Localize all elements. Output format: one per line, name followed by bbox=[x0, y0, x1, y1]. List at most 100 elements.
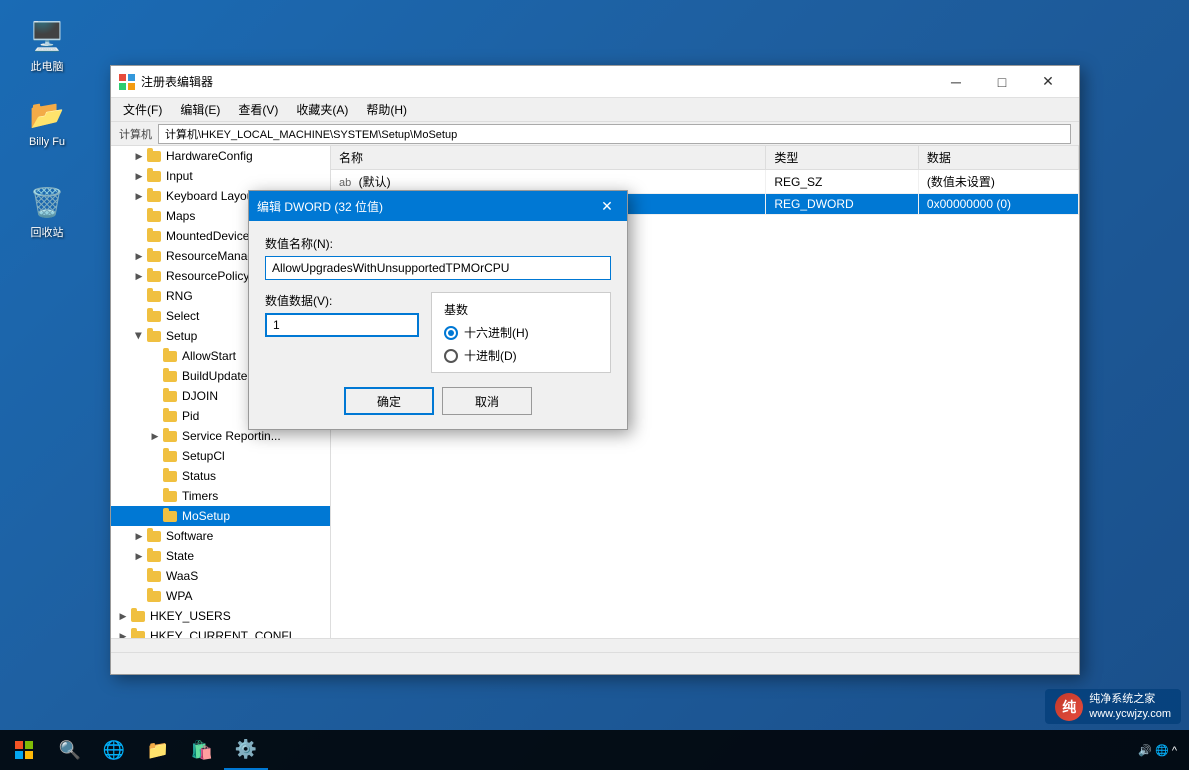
col-name: 名称 bbox=[331, 146, 766, 170]
expand-arrow bbox=[147, 448, 163, 464]
dialog-close-button[interactable]: ✕ bbox=[595, 194, 619, 218]
tree-label: BuildUpdate bbox=[182, 369, 247, 383]
expand-arrow: ▶ bbox=[131, 548, 147, 564]
folder-icon bbox=[147, 269, 163, 283]
menu-view[interactable]: 查看(V) bbox=[230, 99, 286, 120]
tree-item-hkeycurrentconfig[interactable]: ▶ HKEY_CURRENT_CONFI... bbox=[111, 626, 330, 638]
tree-item-setupcl[interactable]: SetupCl bbox=[111, 446, 330, 466]
radio-group: 十六进制(H) 十进制(D) bbox=[444, 324, 598, 364]
tree-item-mosetup[interactable]: MoSetup bbox=[111, 506, 330, 526]
radio-hex[interactable]: 十六进制(H) bbox=[444, 324, 598, 341]
watermark-logo: 纯 bbox=[1055, 693, 1083, 721]
menu-favorites[interactable]: 收藏夹(A) bbox=[288, 99, 356, 120]
expand-arrow bbox=[147, 368, 163, 384]
expand-arrow bbox=[147, 468, 163, 484]
taskbar-explorer[interactable]: 📁 bbox=[136, 730, 180, 770]
tree-label: Pid bbox=[182, 409, 199, 423]
expand-arrow: ▶ bbox=[131, 168, 147, 184]
tree-label: Service Reportin... bbox=[182, 429, 281, 443]
address-path[interactable]: 计算机\HKEY_LOCAL_MACHINE\SYSTEM\Setup\MoSe… bbox=[158, 124, 1071, 144]
taskbar-regedit[interactable]: ⚙️ bbox=[224, 730, 268, 770]
desktop-icon-user[interactable]: 📂 Billy Fu bbox=[12, 90, 82, 152]
minimize-button[interactable]: ─ bbox=[933, 66, 979, 98]
tree-label: MoSetup bbox=[182, 509, 230, 523]
tree-label: Select bbox=[166, 309, 199, 323]
folder-icon bbox=[147, 229, 163, 243]
tree-item-hardwareconfig[interactable]: ▶ HardwareConfig bbox=[111, 146, 330, 166]
radio-decimal[interactable]: 十进制(D) bbox=[444, 347, 598, 364]
tree-label: Keyboard Layout bbox=[166, 189, 257, 203]
taskbar: 🔍 🌐 📁 🛍️ ⚙️ 纯 纯净系统之家 www.ycwjzy.com 🔊 🌐 … bbox=[0, 730, 1189, 770]
expand-arrow bbox=[131, 228, 147, 244]
expand-arrow: ▶ bbox=[131, 528, 147, 544]
folder-icon bbox=[147, 309, 163, 323]
tree-item-waas[interactable]: WaaS bbox=[111, 566, 330, 586]
dialog-data-input[interactable] bbox=[265, 313, 419, 337]
expand-arrow: ▶ bbox=[131, 268, 147, 284]
row-type: REG_SZ bbox=[766, 170, 919, 194]
tree-item-wpa[interactable]: WPA bbox=[111, 586, 330, 606]
taskbar-edge[interactable]: 🌐 bbox=[92, 730, 136, 770]
menu-help[interactable]: 帮助(H) bbox=[358, 99, 415, 120]
folder-icon bbox=[147, 289, 163, 303]
dialog-name-input[interactable] bbox=[265, 256, 611, 280]
radio-decimal-circle bbox=[444, 349, 458, 363]
recycle-icon: 🗑️ bbox=[27, 182, 67, 222]
dialog-titlebar: 编辑 DWORD (32 位值) ✕ bbox=[249, 191, 627, 221]
expand-arrow bbox=[147, 408, 163, 424]
dialog-cancel-button[interactable]: 取消 bbox=[442, 387, 532, 415]
tree-label: Maps bbox=[166, 209, 195, 223]
window-controls: ─ □ ✕ bbox=[933, 66, 1071, 98]
expand-arrow: ▶ bbox=[115, 608, 131, 624]
tree-label: SetupCl bbox=[182, 449, 225, 463]
taskbar-search[interactable]: 🔍 bbox=[48, 730, 92, 770]
tree-item-state[interactable]: ▶ State bbox=[111, 546, 330, 566]
radio-decimal-label: 十进制(D) bbox=[464, 347, 517, 364]
expand-arrow bbox=[131, 208, 147, 224]
folder-icon bbox=[147, 189, 163, 203]
folder-icon bbox=[147, 169, 163, 183]
folder-icon bbox=[147, 589, 163, 603]
tree-label: Software bbox=[166, 529, 213, 543]
expand-arrow bbox=[131, 568, 147, 584]
tree-label: AllowStart bbox=[182, 349, 236, 363]
tree-item-software[interactable]: ▶ Software bbox=[111, 526, 330, 546]
tree-item-status[interactable]: Status bbox=[111, 466, 330, 486]
folder-icon bbox=[147, 529, 163, 543]
regedit-icon bbox=[119, 74, 135, 90]
tree-item-hkeyusers[interactable]: ▶ HKEY_USERS bbox=[111, 606, 330, 626]
horizontal-scrollbar[interactable] bbox=[111, 638, 1079, 652]
col-data: 数据 bbox=[918, 146, 1078, 170]
folder-icon bbox=[147, 549, 163, 563]
close-button[interactable]: ✕ bbox=[1025, 66, 1071, 98]
dialog-title: 编辑 DWORD (32 位值) bbox=[257, 198, 595, 215]
tree-label: Setup bbox=[166, 329, 197, 343]
statusbar bbox=[111, 652, 1079, 674]
expand-arrow bbox=[147, 348, 163, 364]
computer-icon: 🖥️ bbox=[27, 16, 67, 56]
tree-label: Timers bbox=[182, 489, 218, 503]
watermark: 纯 纯净系统之家 www.ycwjzy.com bbox=[1045, 689, 1181, 724]
user-folder-label: Billy Fu bbox=[29, 136, 65, 148]
taskbar-store[interactable]: 🛍️ bbox=[180, 730, 224, 770]
folder-icon bbox=[163, 509, 179, 523]
window-titlebar: 注册表编辑器 ─ □ ✕ bbox=[111, 66, 1079, 98]
system-clock: 🔊 🌐 ^ bbox=[1138, 744, 1177, 757]
desktop-icon-recycle[interactable]: 🗑️ 回收站 bbox=[12, 178, 82, 244]
menu-file[interactable]: 文件(F) bbox=[115, 99, 170, 120]
start-button[interactable] bbox=[0, 730, 48, 770]
user-folder-icon: 📂 bbox=[27, 94, 67, 134]
maximize-button[interactable]: □ bbox=[979, 66, 1025, 98]
dialog-name-label: 数值名称(N): bbox=[265, 235, 611, 252]
menu-edit[interactable]: 编辑(E) bbox=[172, 99, 228, 120]
tree-item-input[interactable]: ▶ Input bbox=[111, 166, 330, 186]
dialog-ok-button[interactable]: 确定 bbox=[344, 387, 434, 415]
taskbar-right: 纯 纯净系统之家 www.ycwjzy.com 🔊 🌐 ^ bbox=[1138, 744, 1189, 757]
folder-icon bbox=[163, 489, 179, 503]
tree-item-timers[interactable]: Timers bbox=[111, 486, 330, 506]
radio-hex-circle bbox=[444, 326, 458, 340]
dialog-row: 数值数据(V): 基数 十六进制(H) 十进制(D) bbox=[265, 292, 611, 373]
tree-label: WaaS bbox=[166, 569, 198, 583]
expand-arrow: ▶ bbox=[131, 328, 147, 344]
desktop-icon-computer[interactable]: 🖥️ 此电脑 bbox=[12, 12, 82, 78]
